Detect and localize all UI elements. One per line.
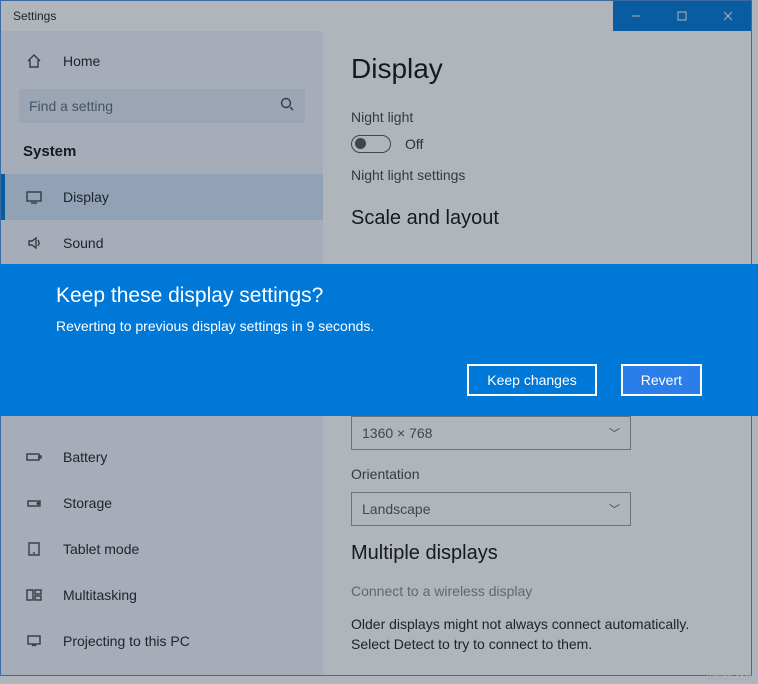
dialog-title: Keep these display settings?: [56, 284, 702, 308]
watermark: wsxdn.com: [707, 672, 752, 682]
revert-button[interactable]: Revert: [621, 364, 702, 396]
keep-settings-dialog: Keep these display settings? Reverting t…: [0, 264, 758, 416]
dialog-text: Reverting to previous display settings i…: [56, 318, 702, 334]
dialog-buttons: Keep changes Revert: [467, 364, 702, 396]
keep-changes-button[interactable]: Keep changes: [467, 364, 597, 396]
